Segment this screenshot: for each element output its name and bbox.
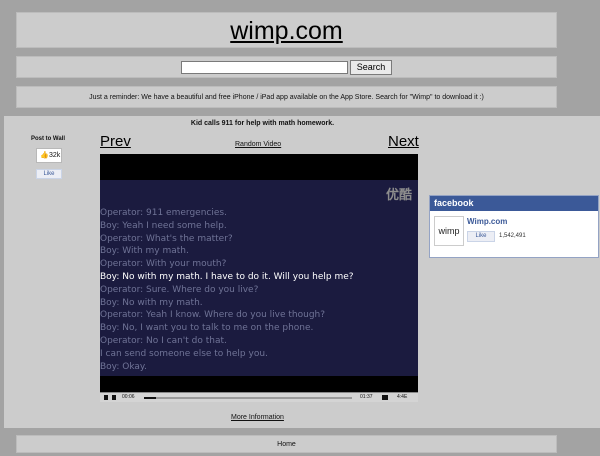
- home-link[interactable]: Home: [277, 441, 296, 448]
- like-button[interactable]: Like: [36, 169, 62, 179]
- facebook-like-box: facebook wimp Wimp.com Like 1,542,491: [429, 195, 599, 258]
- subtitle-line: Operator: What's the matter?: [100, 233, 233, 244]
- more-information-link[interactable]: More Information: [231, 414, 284, 421]
- subtitle-line: I can send someone else to help you.: [100, 348, 268, 359]
- thumbs-up-icon: 👍: [40, 152, 49, 159]
- post-to-wall-label[interactable]: Post to Wall: [28, 136, 68, 142]
- like-label: Like: [43, 171, 55, 177]
- progress-bar[interactable]: [144, 397, 352, 399]
- search-input[interactable]: [181, 61, 348, 74]
- stop-icon[interactable]: [112, 395, 116, 400]
- player-controls: 00:06 01:37 4:4E: [100, 392, 418, 402]
- search-button[interactable]: Search: [350, 60, 392, 75]
- progress-fill: [144, 397, 156, 399]
- main-content: Kid calls 911 for help with math homewor…: [4, 116, 600, 428]
- volume-icon[interactable]: [382, 395, 388, 400]
- like-counter[interactable]: 👍 32k: [36, 148, 62, 163]
- facebook-like-count: 1,542,491: [499, 233, 526, 239]
- subtitle-line: Boy: No, I want you to talk to me on the…: [100, 323, 314, 334]
- subtitle-line: Operator: 911 emergencies.: [100, 208, 227, 218]
- random-video-link[interactable]: Random Video: [235, 141, 281, 148]
- subtitle-line: Boy: With my math.: [100, 246, 189, 257]
- subtitle-line: Boy: Yeah I need some help.: [100, 220, 227, 231]
- screen-size-button[interactable]: 4:4E: [397, 394, 407, 400]
- video-screen[interactable]: 优酷 Operator: 911 emergencies. Boy: Yeah I…: [100, 180, 418, 376]
- like-count: 32k: [49, 152, 61, 159]
- video-player[interactable]: 优酷 Operator: 911 emergencies. Boy: Yeah I…: [100, 154, 418, 402]
- current-time: 00:06: [122, 394, 135, 400]
- site-title-link[interactable]: wimp.com: [230, 13, 343, 49]
- play-icon[interactable]: [104, 395, 108, 400]
- app-reminder-banner: Just a reminder: We have a beautiful and…: [16, 86, 557, 108]
- share-box: Post to Wall 👍 32k Like: [28, 136, 68, 179]
- footer-bar: Home: [16, 435, 557, 453]
- page-avatar[interactable]: wimp: [434, 216, 464, 246]
- facebook-page-name[interactable]: Wimp.com: [467, 217, 507, 226]
- subtitle-line: Operator: Yeah I know. Where do you live…: [100, 310, 326, 321]
- search-bar: Search: [16, 56, 557, 78]
- subtitle-line: Operator: Sure. Where do you live?: [100, 284, 259, 295]
- total-time: 01:37: [360, 394, 373, 400]
- subtitle-line: Operator: With your mouth?: [100, 259, 227, 270]
- subtitle-line: Boy: No with my math.: [100, 297, 203, 308]
- facebook-like-label: Like: [475, 233, 487, 239]
- prev-video-link[interactable]: Prev: [100, 133, 131, 150]
- video-title: Kid calls 911 for help with math homewor…: [190, 120, 335, 127]
- subtitle-line: Boy: Okay.: [100, 361, 147, 372]
- youku-logo: 优酷: [385, 187, 412, 202]
- subtitle-line: Operator: No I can't do that.: [100, 336, 227, 346]
- header-bar: wimp.com: [16, 12, 557, 48]
- next-video-link[interactable]: Next: [388, 133, 419, 150]
- subtitle-line: Boy: No with my math. I have to do it. W…: [100, 272, 354, 282]
- facebook-header[interactable]: facebook: [430, 196, 598, 211]
- facebook-like-button[interactable]: Like: [467, 231, 495, 242]
